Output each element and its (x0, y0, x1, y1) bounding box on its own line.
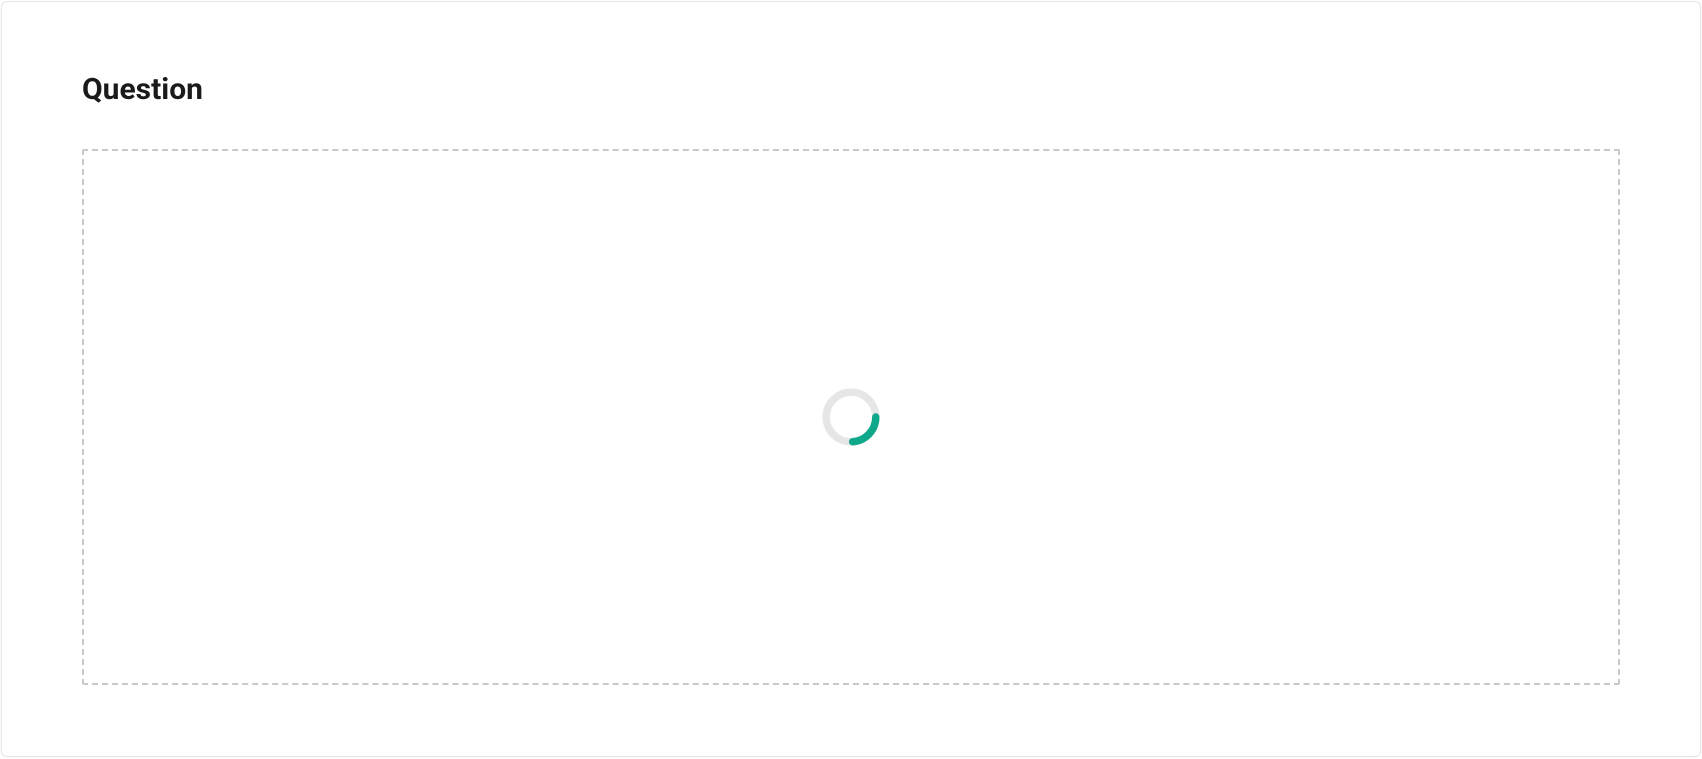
loading-spinner-icon (820, 386, 882, 448)
section-heading: Question (82, 72, 1620, 107)
content-dropzone (82, 149, 1620, 685)
question-card: Question (1, 1, 1701, 757)
